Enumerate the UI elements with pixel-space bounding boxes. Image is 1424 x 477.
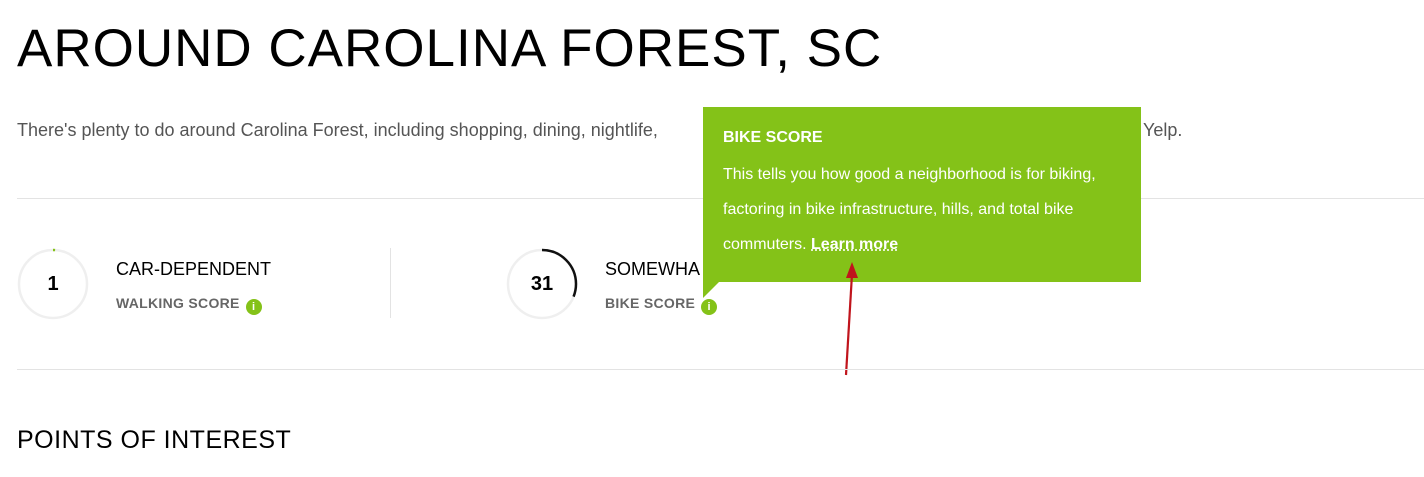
- bike-score-info-icon[interactable]: i: [701, 299, 718, 315]
- walking-score-block: 1 CAR-DEPENDENT WALKING SCORE i: [17, 248, 377, 320]
- bike-score-value: 31: [530, 273, 554, 295]
- section-title-points-of-interest: POINTS OF INTEREST: [17, 426, 292, 454]
- divider-bottom: [17, 369, 1424, 370]
- bike-score-label: SOMEWHA: [605, 259, 701, 279]
- bike-score-tooltip: BIKE SCORE This tells you how good a nei…: [703, 107, 1141, 282]
- tooltip-pointer: [703, 282, 719, 298]
- walking-score-info-icon[interactable]: i: [245, 299, 262, 315]
- tooltip-title: BIKE SCORE: [723, 129, 823, 146]
- intro-text: There's plenty to do around Carolina For…: [17, 120, 658, 140]
- walking-score-label: CAR-DEPENDENT: [116, 259, 272, 279]
- learn-more-link[interactable]: Learn more: [811, 236, 898, 253]
- walking-score-type-text: WALKING SCORE: [116, 295, 240, 311]
- page: AROUND CAROLINA FOREST, SC There's plent…: [0, 0, 1424, 477]
- bike-score-ring: 31: [506, 248, 578, 320]
- tooltip-body-text: This tells you how good a neighborhood i…: [723, 166, 1096, 253]
- intro-text-tail: Yelp.: [1143, 120, 1183, 140]
- bike-score-type-text: BIKE SCORE: [605, 295, 696, 311]
- bike-score-type: BIKE SCORE i: [605, 294, 718, 315]
- page-title: AROUND CAROLINA FOREST, SC: [17, 19, 883, 78]
- walking-score-type: WALKING SCORE i: [116, 294, 262, 315]
- walking-score-ring: 1: [17, 248, 89, 320]
- score-separator: [390, 248, 391, 318]
- walking-score-value: 1: [47, 273, 59, 295]
- tooltip-body: This tells you how good a neighborhood i…: [723, 157, 1121, 262]
